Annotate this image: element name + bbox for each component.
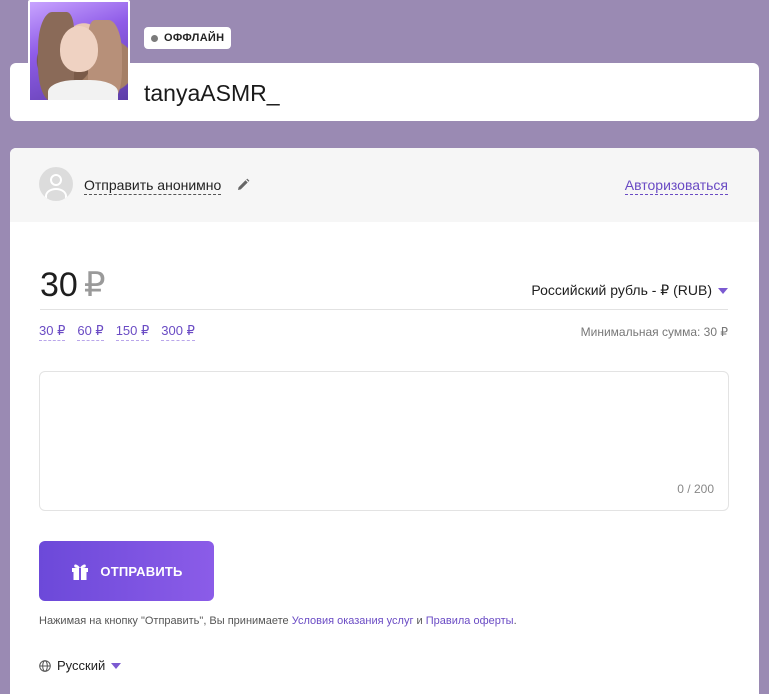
- preset-60[interactable]: 60 ₽: [77, 323, 104, 341]
- offer-rules-link[interactable]: Правила оферты: [426, 615, 514, 627]
- currency-select-value: Российский рубль - ₽ (RUB): [531, 282, 712, 298]
- anonymous-toggle[interactable]: Отправить анонимно: [84, 177, 222, 195]
- terms-text: Нажимая на кнопку "Отправить", Вы приним…: [39, 615, 517, 627]
- user-avatar-icon: [39, 167, 73, 201]
- message-counter: 0 / 200: [677, 482, 714, 496]
- language-value: Русский: [57, 658, 106, 673]
- amount-value: 30: [40, 266, 78, 304]
- amount-divider: [40, 309, 728, 310]
- minimum-sum: Минимальная сумма: 30 ₽: [580, 325, 728, 339]
- status-text: ОФФЛАЙН: [164, 32, 225, 44]
- sender-bar: Отправить анонимно Авторизоваться: [10, 148, 759, 222]
- terms-prefix: Нажимая на кнопку "Отправить", Вы приним…: [39, 615, 292, 627]
- gift-icon: [72, 564, 89, 580]
- authorize-link[interactable]: Авторизоваться: [624, 177, 728, 195]
- send-button-label: ОТПРАВИТЬ: [100, 563, 183, 579]
- globe-icon: [39, 659, 51, 672]
- terms-suffix: .: [513, 615, 517, 627]
- status-dot-icon: [151, 34, 158, 42]
- status-badge: ОФФЛАЙН: [144, 27, 232, 49]
- pencil-icon[interactable]: [236, 178, 250, 192]
- amount-display[interactable]: 30 ₽: [40, 265, 105, 305]
- avatar: [28, 0, 130, 102]
- avatar-face: [60, 26, 98, 72]
- chevron-down-icon: [111, 662, 122, 669]
- preset-150[interactable]: 150 ₽: [115, 323, 150, 341]
- chevron-down-icon: [718, 287, 728, 294]
- avatar-shirt: [48, 80, 118, 100]
- preset-300[interactable]: 300 ₽: [161, 323, 195, 341]
- message-input[interactable]: 0 / 200: [39, 371, 729, 511]
- donation-card: Отправить анонимно Авторизоваться 30 ₽ Ро…: [10, 148, 759, 694]
- amount-currency: ₽: [83, 266, 106, 304]
- amount-presets: 30 ₽ 60 ₽ 150 ₽ 300 ₽: [39, 323, 195, 341]
- terms-of-service-link[interactable]: Условия оказания услуг: [292, 615, 414, 627]
- preset-30[interactable]: 30 ₽: [39, 323, 66, 341]
- currency-select[interactable]: Российский рубль - ₽ (RUB): [531, 282, 728, 299]
- terms-middle: и: [413, 615, 426, 627]
- username: tanyaASMR_: [144, 80, 280, 106]
- language-select[interactable]: Русский: [39, 658, 122, 673]
- send-button[interactable]: ОТПРАВИТЬ: [39, 541, 214, 601]
